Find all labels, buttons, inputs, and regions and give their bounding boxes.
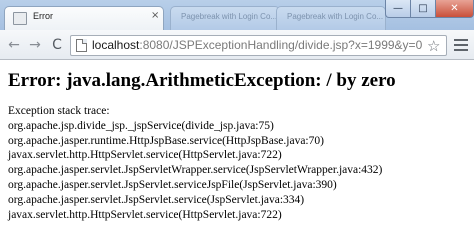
tab-background-title: Pagebreak with Login Co...: [287, 12, 384, 21]
stack-trace-heading: Exception stack trace:: [8, 105, 110, 117]
minimize-button[interactable]: —: [385, 0, 411, 18]
tab-title: Error: [33, 11, 53, 21]
url-host: localhost: [92, 38, 140, 52]
stack-trace-line: org.apache.jasper.servlet.JspServlet.ser…: [8, 178, 337, 191]
forward-arrow-icon[interactable]: →: [27, 37, 43, 53]
reload-icon[interactable]: C: [49, 37, 65, 53]
stack-trace-line: org.apache.jasper.servlet.JspServletWrap…: [8, 164, 383, 177]
page-favicon-icon: [13, 12, 27, 25]
tab-background-title: Pagebreak with Login Co...: [181, 12, 278, 21]
bookmark-star-icon[interactable]: ☆: [427, 37, 440, 55]
address-bar[interactable]: localhost:8080/JSPExceptionHandling/divi…: [70, 35, 447, 56]
page-icon: [76, 39, 87, 52]
stack-trace-line: org.apache.jsp.divide_jsp._jspService(di…: [8, 119, 274, 132]
stack-trace-line: org.apache.jasper.servlet.JspServlet.ser…: [8, 193, 305, 206]
tab-strip: Error × Pagebreak with Login Co... Pageb…: [0, 0, 474, 30]
url-text[interactable]: localhost:8080/JSPExceptionHandling/divi…: [92, 38, 422, 52]
maximize-button[interactable]: □: [411, 0, 436, 18]
menu-icon[interactable]: [454, 39, 468, 51]
tab-error[interactable]: Error ×: [4, 6, 164, 30]
tab-close-icon[interactable]: ×: [151, 10, 159, 21]
page-title: Error: java.lang.ArithmeticException: / …: [8, 70, 396, 91]
stack-trace: Exception stack trace: org.apache.jsp.di…: [8, 104, 468, 222]
browser-toolbar: ← → C localhost:8080/JSPExceptionHandlin…: [0, 30, 474, 60]
tab-background-1[interactable]: Pagebreak with Login Co...: [170, 6, 280, 30]
back-arrow-icon[interactable]: ←: [6, 37, 22, 53]
tab-background-2[interactable]: Pagebreak with Login Co...: [276, 6, 386, 30]
stack-trace-line: javax.servlet.http.HttpServlet.service(H…: [8, 208, 282, 221]
close-window-button[interactable]: ✕: [436, 0, 474, 18]
page-content: Error: java.lang.ArithmeticException: / …: [0, 61, 474, 221]
stack-trace-line: org.apache.jasper.runtime.HttpJspBase.se…: [8, 134, 324, 147]
stack-trace-line: javax.servlet.http.HttpServlet.service(H…: [8, 149, 282, 162]
url-path: :8080/JSPExceptionHandling/divide.jsp?x=…: [139, 38, 423, 52]
